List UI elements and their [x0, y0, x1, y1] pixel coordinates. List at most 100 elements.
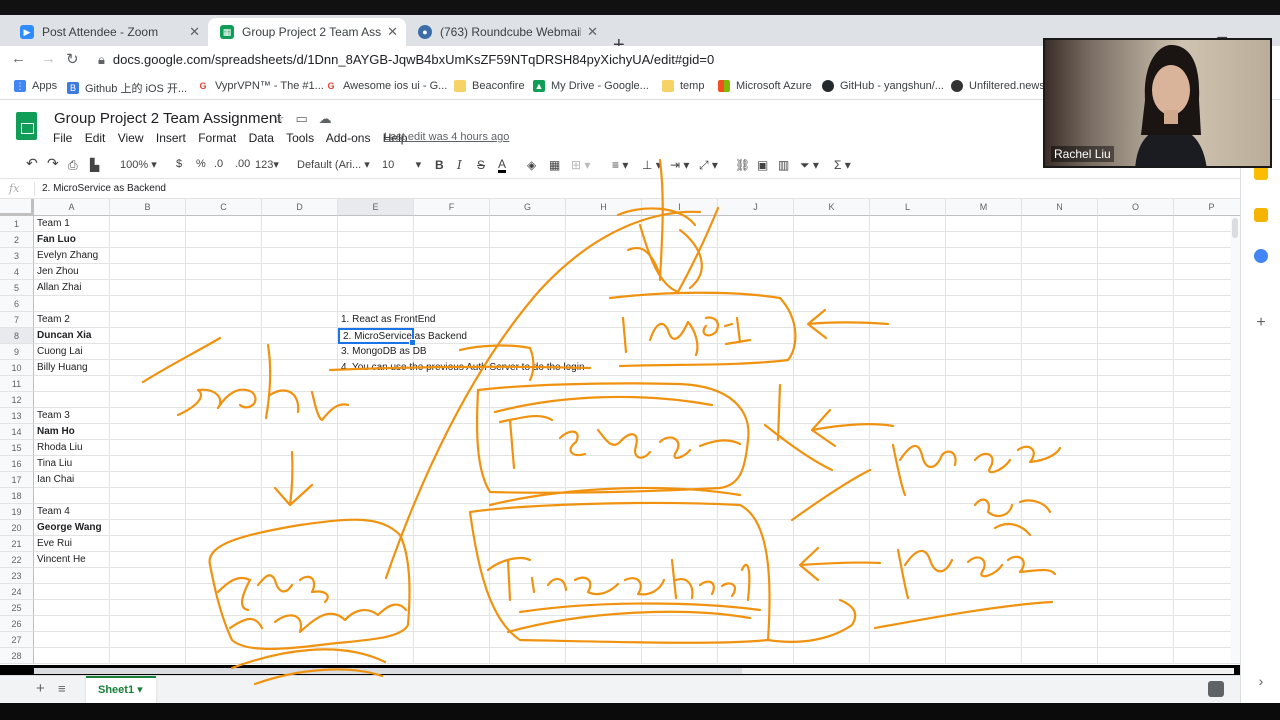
grid-cell[interactable]: [642, 248, 718, 264]
grid-cell[interactable]: [566, 568, 642, 584]
grid-cell[interactable]: [566, 216, 642, 232]
grid-cell[interactable]: [490, 424, 566, 440]
column-header-h[interactable]: H: [566, 199, 642, 216]
grid-cell[interactable]: [1098, 536, 1174, 552]
grid-cell[interactable]: [186, 552, 262, 568]
row-header-27[interactable]: 27: [0, 632, 34, 648]
grid-cell[interactable]: [870, 456, 946, 472]
grid-cell[interactable]: [566, 600, 642, 616]
vertical-scrollbar[interactable]: [1231, 216, 1240, 662]
grid-cell[interactable]: [946, 520, 1022, 536]
grid-cell[interactable]: [110, 344, 186, 360]
merge-cells-icon[interactable]: ⊞ ▾: [571, 158, 590, 172]
grid-cell[interactable]: [110, 232, 186, 248]
grid-cell[interactable]: [338, 280, 414, 296]
grid-cell[interactable]: [718, 424, 794, 440]
grid-cell[interactable]: [490, 440, 566, 456]
grid-cell[interactable]: [1098, 232, 1174, 248]
grid-cell[interactable]: [490, 648, 566, 664]
grid-cell[interactable]: [946, 472, 1022, 488]
grid-cell[interactable]: [794, 600, 870, 616]
grid-cell[interactable]: [262, 536, 338, 552]
grid-cell[interactable]: [566, 296, 642, 312]
grid-cell[interactable]: [1022, 248, 1098, 264]
row-header-19[interactable]: 19: [0, 504, 34, 520]
grid-cell[interactable]: [718, 600, 794, 616]
grid-cell[interactable]: [794, 264, 870, 280]
menu-edit[interactable]: Edit: [85, 131, 106, 145]
grid-cell[interactable]: Nam Ho: [34, 424, 110, 440]
row-header-16[interactable]: 16: [0, 456, 34, 472]
grid-cell[interactable]: [718, 280, 794, 296]
grid-cell[interactable]: [642, 584, 718, 600]
grid-cell[interactable]: [870, 616, 946, 632]
grid-cell[interactable]: [718, 584, 794, 600]
grid-cell[interactable]: [946, 280, 1022, 296]
menu-view[interactable]: View: [118, 131, 144, 145]
grid-cell[interactable]: [642, 488, 718, 504]
grid-cell[interactable]: [262, 264, 338, 280]
close-tab-icon[interactable]: ✕: [387, 24, 398, 40]
grid-cell[interactable]: [642, 312, 718, 328]
grid-cell[interactable]: [642, 328, 718, 344]
horizontal-align-icon[interactable]: ≡ ▾: [612, 158, 628, 172]
grid-cell[interactable]: [34, 616, 110, 632]
grid-cell[interactable]: [1098, 504, 1174, 520]
column-header-p[interactable]: P: [1174, 199, 1240, 216]
grid-cell[interactable]: [946, 312, 1022, 328]
grid-cell[interactable]: [490, 280, 566, 296]
decrease-decimal-button[interactable]: .0: [214, 158, 223, 170]
grid-cell[interactable]: [1022, 584, 1098, 600]
grid-cell[interactable]: [870, 536, 946, 552]
row-header-11[interactable]: 11: [0, 376, 34, 392]
grid-cell[interactable]: [946, 584, 1022, 600]
grid-cell[interactable]: [642, 232, 718, 248]
grid-cell[interactable]: Allan Zhai: [34, 280, 110, 296]
grid-cell[interactable]: [262, 232, 338, 248]
percent-format-button[interactable]: %: [196, 158, 206, 170]
row-header-13[interactable]: 13: [0, 408, 34, 424]
grid-cell[interactable]: [794, 616, 870, 632]
grid-cell[interactable]: 1. React as FrontEnd: [338, 312, 436, 328]
grid-cell[interactable]: [642, 392, 718, 408]
grid-cell[interactable]: [566, 280, 642, 296]
more-formats-select[interactable]: 123▾: [255, 158, 279, 171]
grid-cell[interactable]: [338, 264, 414, 280]
grid-cell[interactable]: [946, 408, 1022, 424]
grid-cell[interactable]: [870, 584, 946, 600]
grid-cell[interactable]: [642, 424, 718, 440]
grid-cell[interactable]: [718, 456, 794, 472]
grid-cell[interactable]: [794, 520, 870, 536]
menu-data[interactable]: Data: [249, 131, 274, 145]
grid-cell[interactable]: [34, 392, 110, 408]
insert-comment-icon[interactable]: ▣: [757, 158, 768, 172]
grid-cell[interactable]: [262, 280, 338, 296]
grid-cell[interactable]: [34, 296, 110, 312]
grid-cell[interactable]: Eve Rui: [34, 536, 110, 552]
grid-cell[interactable]: [186, 424, 262, 440]
undo-icon[interactable]: ↶: [26, 155, 38, 172]
formula-input[interactable]: 2. MicroService as Backend: [42, 183, 166, 194]
grid-cell[interactable]: [566, 584, 642, 600]
grid-cell[interactable]: [794, 504, 870, 520]
grid-cell[interactable]: [642, 600, 718, 616]
grid-cell[interactable]: [338, 424, 414, 440]
row-header-14[interactable]: 14: [0, 424, 34, 440]
grid-cell[interactable]: [414, 264, 490, 280]
grid-cell[interactable]: [414, 616, 490, 632]
tab-sheets[interactable]: ▦ Group Project 2 Team Assignmen ✕: [208, 18, 406, 46]
row-header-18[interactable]: 18: [0, 488, 34, 504]
grid-cell[interactable]: [794, 312, 870, 328]
grid-cell[interactable]: [566, 392, 642, 408]
grid-cell[interactable]: [870, 216, 946, 232]
grid-cell[interactable]: [566, 376, 642, 392]
grid-cell[interactable]: [946, 632, 1022, 648]
grid-cell[interactable]: [414, 440, 490, 456]
row-header-2[interactable]: 2: [0, 232, 34, 248]
grid-cell[interactable]: [414, 584, 490, 600]
grid-cell[interactable]: [718, 296, 794, 312]
grid-cell[interactable]: [490, 632, 566, 648]
calendar-icon[interactable]: [1254, 166, 1268, 180]
grid-cell[interactable]: [490, 232, 566, 248]
grid-cell[interactable]: [34, 632, 110, 648]
